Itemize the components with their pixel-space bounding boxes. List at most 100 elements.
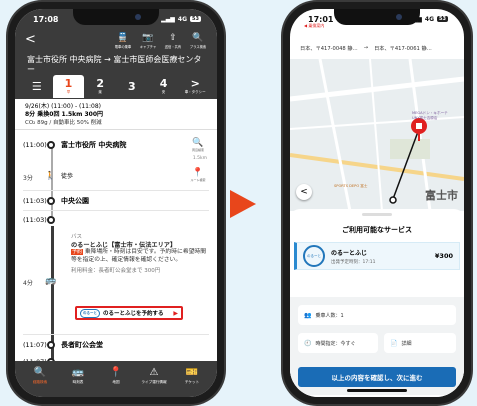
tool-label: 電車の乗車 <box>114 45 132 49</box>
nav-label: ライブ運行情報 <box>141 380 167 384</box>
network-label: 4G <box>424 15 435 23</box>
sheet-grabber[interactable] <box>362 213 392 216</box>
tab-tag: 車・タクシー <box>184 90 206 94</box>
arrow-icon: → <box>363 45 369 51</box>
reserve-norute-button[interactable]: のるーと のるーとふじを予約する ▶ <box>75 306 183 320</box>
stop-chuo-koen[interactable]: (11:03) 中央公園 <box>23 196 209 206</box>
service-name: のるーとふじ <box>331 249 368 257</box>
train-button[interactable]: 🚆 電車の乗車 <box>114 33 132 49</box>
stop-time: (11:00) <box>23 141 47 149</box>
signal-icon: ▂▄▆ <box>161 15 175 23</box>
confirm-next-button[interactable]: 以上の内容を確認し、次に進む <box>298 367 456 387</box>
train-icon: 🚆 <box>117 33 129 43</box>
camera-button[interactable]: 📷 キャプチャ <box>139 33 157 49</box>
service-card[interactable]: のるーと のるーとふじ 出発予定時刻：17:11 ¥300 <box>294 242 460 270</box>
reserve-label: のるーとふじを予約する <box>103 311 164 317</box>
left-screen: 17:08 ▂▄▆ 4G 53 < 🚆 電車の乗車 📷 キャプチャ ⇧ 送信・共有 🔍 プラス… <box>15 9 217 397</box>
detail-field[interactable]: 📄 詳細 <box>384 333 456 353</box>
tab-route-2[interactable]: 2楽 <box>84 75 116 98</box>
stop-origin[interactable]: (11:00) 富士市役所 中央病院 🔍 周辺検索 <box>23 138 209 152</box>
time-spec-field[interactable]: 🕘 時間指定：今すぐ <box>298 333 378 353</box>
divider <box>23 190 209 191</box>
nav-label: チケット <box>184 380 200 384</box>
walk-icon: 🚶 <box>45 171 55 180</box>
map-pin-icon: 📍 <box>109 367 123 378</box>
transition-arrow-icon <box>230 190 256 218</box>
back-button[interactable]: < <box>25 33 55 46</box>
bus-duration: 4分 <box>23 280 33 287</box>
tab-tag: 楽 <box>98 90 102 94</box>
nav-label: 時刻表 <box>72 380 84 384</box>
nav-item-map-pin[interactable]: 📍 地図 <box>97 363 135 389</box>
tab-number: 1 <box>64 77 73 90</box>
right-screen: 17:01 ▂▄▆ 4G 53 ◀ 乗換案内 日本、〒417-0048 静… →… <box>290 9 464 397</box>
nearby-search-label: 周辺検索 <box>191 148 204 152</box>
co2-info: CO₂ 89g / 自動車比 50% 削減 <box>25 120 102 126</box>
nav-item-timetable[interactable]: 🚌 時刻表 <box>59 363 97 389</box>
tool-label: キャプチャ <box>139 45 157 49</box>
service-info: のるーとふじ 出発予定時刻：17:11 <box>331 248 429 265</box>
walk-distance: 1.5km <box>192 156 207 161</box>
stop-name: 中央公園 <box>61 197 89 205</box>
tab-number: 4 <box>159 77 168 90</box>
service-departure: 出発予定時刻：17:11 <box>331 259 376 265</box>
walk-label: 徒歩 <box>60 173 73 180</box>
tab-number: > <box>190 77 200 90</box>
pin-icon: 📍 <box>192 168 204 178</box>
time-spec-label: 時間指定：今すぐ <box>315 340 356 347</box>
bus-note-text: 乗降場所・時刻は目安です。予約時に希望時間等を指定の上、確定情報を確認ください。 <box>71 249 207 263</box>
bus-kind: バス <box>71 234 83 240</box>
nearby-search-button[interactable]: 🔍 周辺検索 <box>187 138 209 152</box>
stop-name: 長者町公会堂 <box>61 341 103 349</box>
service-price: ¥300 <box>434 252 453 260</box>
stop-time: (11:07) <box>23 341 47 349</box>
tab-route-1[interactable]: 1早 <box>52 75 85 98</box>
nav-item-route-search[interactable]: 🔍 経路検索 <box>21 363 59 389</box>
route-search-bar[interactable]: 日本、〒417-0048 静… → 日本、〒417-0061 静… <box>296 37 458 59</box>
tool-label: 送信・共有 <box>164 45 182 49</box>
timetable-icon: 🚌 <box>71 367 85 378</box>
tab-route-5[interactable]: > 車・タクシー <box>179 75 211 98</box>
route-map[interactable]: MEGAドン・キホーテUNY富士吉原店 SPORTS DEPO 富士 富士市 < <box>290 59 464 211</box>
stop-time: (11:03) <box>23 216 47 224</box>
share-icon: ⇧ <box>169 33 177 43</box>
route-search-button[interactable]: 📍 ルート検索 <box>187 168 209 182</box>
nav-item-live-info[interactable]: ⚠ ライブ運行情報 <box>135 363 173 389</box>
route-toolbar: < 🚆 電車の乗車 📷 キャプチャ ⇧ 送信・共有 🔍 プラス検索 <box>15 29 217 53</box>
route-timeline: (11:00) 富士市役所 中央病院 🔍 周辺検索 1.5km 3分 🚶 徒歩 … <box>15 130 217 366</box>
norute-logo-icon: のるーと <box>303 245 325 267</box>
network-label: 4G <box>177 15 188 23</box>
walk-segment: 🚶 徒歩 <box>45 171 73 180</box>
share-button[interactable]: ⇧ 送信・共有 <box>164 33 182 49</box>
plus-search-icon: 🔍 <box>192 33 204 43</box>
tab-route-4[interactable]: 4安 <box>148 75 180 98</box>
live-info-icon: ⚠ <box>149 367 159 378</box>
phone-notch <box>73 9 159 25</box>
status-time: 17:01 <box>308 14 334 24</box>
service-sheet: ご利用可能なサービス のるーと のるーとふじ 出発予定時刻：17:11 ¥300… <box>290 209 464 397</box>
plus-search-button[interactable]: 🔍 プラス検索 <box>189 33 207 49</box>
passenger-count-field[interactable]: 👥 乗車人数：1 <box>298 305 456 325</box>
bus-title: のるーとふじ【富士市・伝法エリア】 <box>71 241 177 249</box>
route-search-side: 📍 ルート検索 <box>187 168 209 182</box>
map-city-label: 富士市 <box>425 189 458 202</box>
route-search-label: ルート検索 <box>190 178 206 182</box>
stop-dot <box>47 141 55 149</box>
map-poi-sports-depo[interactable]: SPORTS DEPO 富士 <box>334 184 368 189</box>
norute-logo-icon: のるーと <box>80 308 100 318</box>
list-menu-icon[interactable]: ☰ <box>21 75 53 98</box>
stop-chojacho[interactable]: (11:07) 長者町公会堂 <box>23 340 209 350</box>
stop-time: (11:03) <box>23 197 47 205</box>
route-stats: 8分 乗換0回 1.5km 300円 <box>25 111 104 118</box>
map-back-button[interactable]: < <box>296 184 312 200</box>
nav-item-ticket[interactable]: 🎫 チケット <box>173 363 211 389</box>
person-icon: 👥 <box>304 311 312 319</box>
home-indicator <box>347 389 407 392</box>
camera-icon: 📷 <box>142 33 154 43</box>
search-icon: 🔍 <box>192 138 204 148</box>
map-poi-megadonki[interactable]: MEGAドン・キホーテUNY富士吉原店 <box>412 111 454 121</box>
battery-icon: 53 <box>437 16 448 22</box>
route-search-icon: 🔍 <box>33 367 47 378</box>
tab-tag: 安 <box>161 90 166 94</box>
tab-route-3[interactable]: 3 <box>116 75 148 98</box>
